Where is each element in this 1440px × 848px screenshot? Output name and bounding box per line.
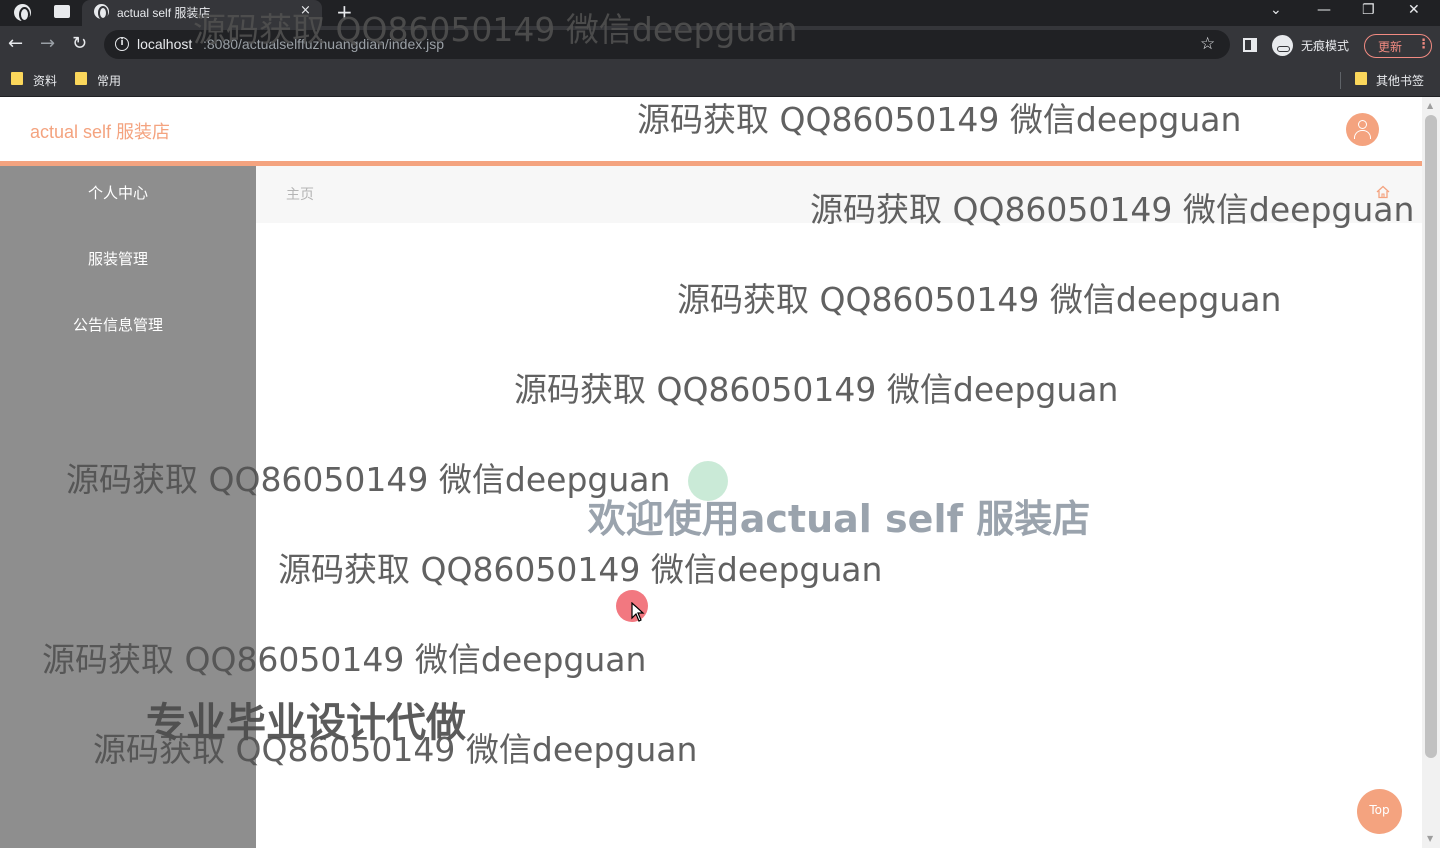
update-label: 更新	[1378, 40, 1403, 54]
info-icon[interactable]: i	[115, 37, 129, 51]
back-to-top-label: Top	[1369, 803, 1390, 817]
back-button[interactable]: ←	[8, 34, 23, 54]
sidebar-item-clothing[interactable]: 服装管理	[0, 239, 236, 279]
incognito-icon[interactable]	[1272, 35, 1293, 56]
scroll-thumb[interactable]	[1425, 115, 1437, 758]
watermark: 源码获取 QQ86050149 微信deepguan	[278, 550, 883, 589]
breadcrumb-home[interactable]: 主页	[286, 184, 314, 204]
forward-button[interactable]: →	[40, 34, 55, 54]
sidebar-item-profile[interactable]: 个人中心	[0, 173, 236, 213]
side-panel-icon[interactable]	[1243, 38, 1257, 52]
folder-icon	[11, 72, 23, 85]
close-window-button[interactable]: ✕	[1408, 2, 1420, 18]
globe-icon[interactable]	[14, 4, 31, 22]
watermark: 源码获取 QQ86050149 微信deepguan	[93, 730, 698, 769]
page-scrollbar[interactable]: ▲ ▼	[1422, 97, 1440, 848]
watermark: 源码获取 QQ86050149 微信deepguan	[677, 280, 1282, 319]
user-avatar[interactable]	[1346, 113, 1379, 146]
other-bookmarks[interactable]: 其他书签	[1376, 72, 1424, 89]
cursor-icon	[631, 602, 645, 622]
menu-icon[interactable]: ⋮	[1417, 37, 1430, 52]
folder-icon	[1355, 72, 1367, 85]
restore-button[interactable]: ❐	[1362, 2, 1375, 18]
watermark: 源码获取 QQ86050149 微信deepguan	[810, 190, 1415, 229]
scroll-up-arrow[interactable]: ▲	[1427, 101, 1433, 110]
url-host: localhost	[137, 36, 193, 52]
bookmark-changyong[interactable]: 常用	[97, 72, 121, 89]
sidebar-item-notice[interactable]: 公告信息管理	[0, 305, 236, 345]
folder-icon	[75, 72, 87, 85]
user-icon-body	[1354, 130, 1371, 139]
reload-button[interactable]: ↻	[72, 34, 87, 54]
scroll-down-arrow[interactable]: ▼	[1427, 834, 1433, 843]
star-icon[interactable]: ☆	[1200, 34, 1215, 54]
back-to-top-button[interactable]: Top	[1357, 789, 1402, 834]
watermark: 源码获取 QQ86050149 微信deepguan	[42, 640, 647, 679]
window-icon[interactable]	[54, 5, 70, 18]
watermark: 源码获取 QQ86050149 微信deepguan	[514, 370, 1119, 409]
user-icon	[1358, 120, 1367, 129]
bookmark-divider	[1340, 72, 1341, 89]
watermark: 源码获取 QQ86050149 微信deepguan	[66, 460, 671, 499]
tab-search-button[interactable]: ⌄	[1270, 2, 1282, 18]
incognito-label[interactable]: 无痕模式	[1301, 37, 1349, 54]
watermark: 源码获取 QQ86050149 微信deepguan	[193, 10, 798, 49]
update-button[interactable]: 更新 ⋮	[1364, 34, 1432, 58]
minimize-button[interactable]: —	[1317, 2, 1331, 18]
bookmark-ziliao[interactable]: 资料	[33, 72, 57, 89]
app-brand: actual self 服装店	[30, 122, 171, 142]
watermark: 源码获取 QQ86050149 微信deepguan	[637, 100, 1242, 139]
globe-icon	[94, 4, 109, 20]
